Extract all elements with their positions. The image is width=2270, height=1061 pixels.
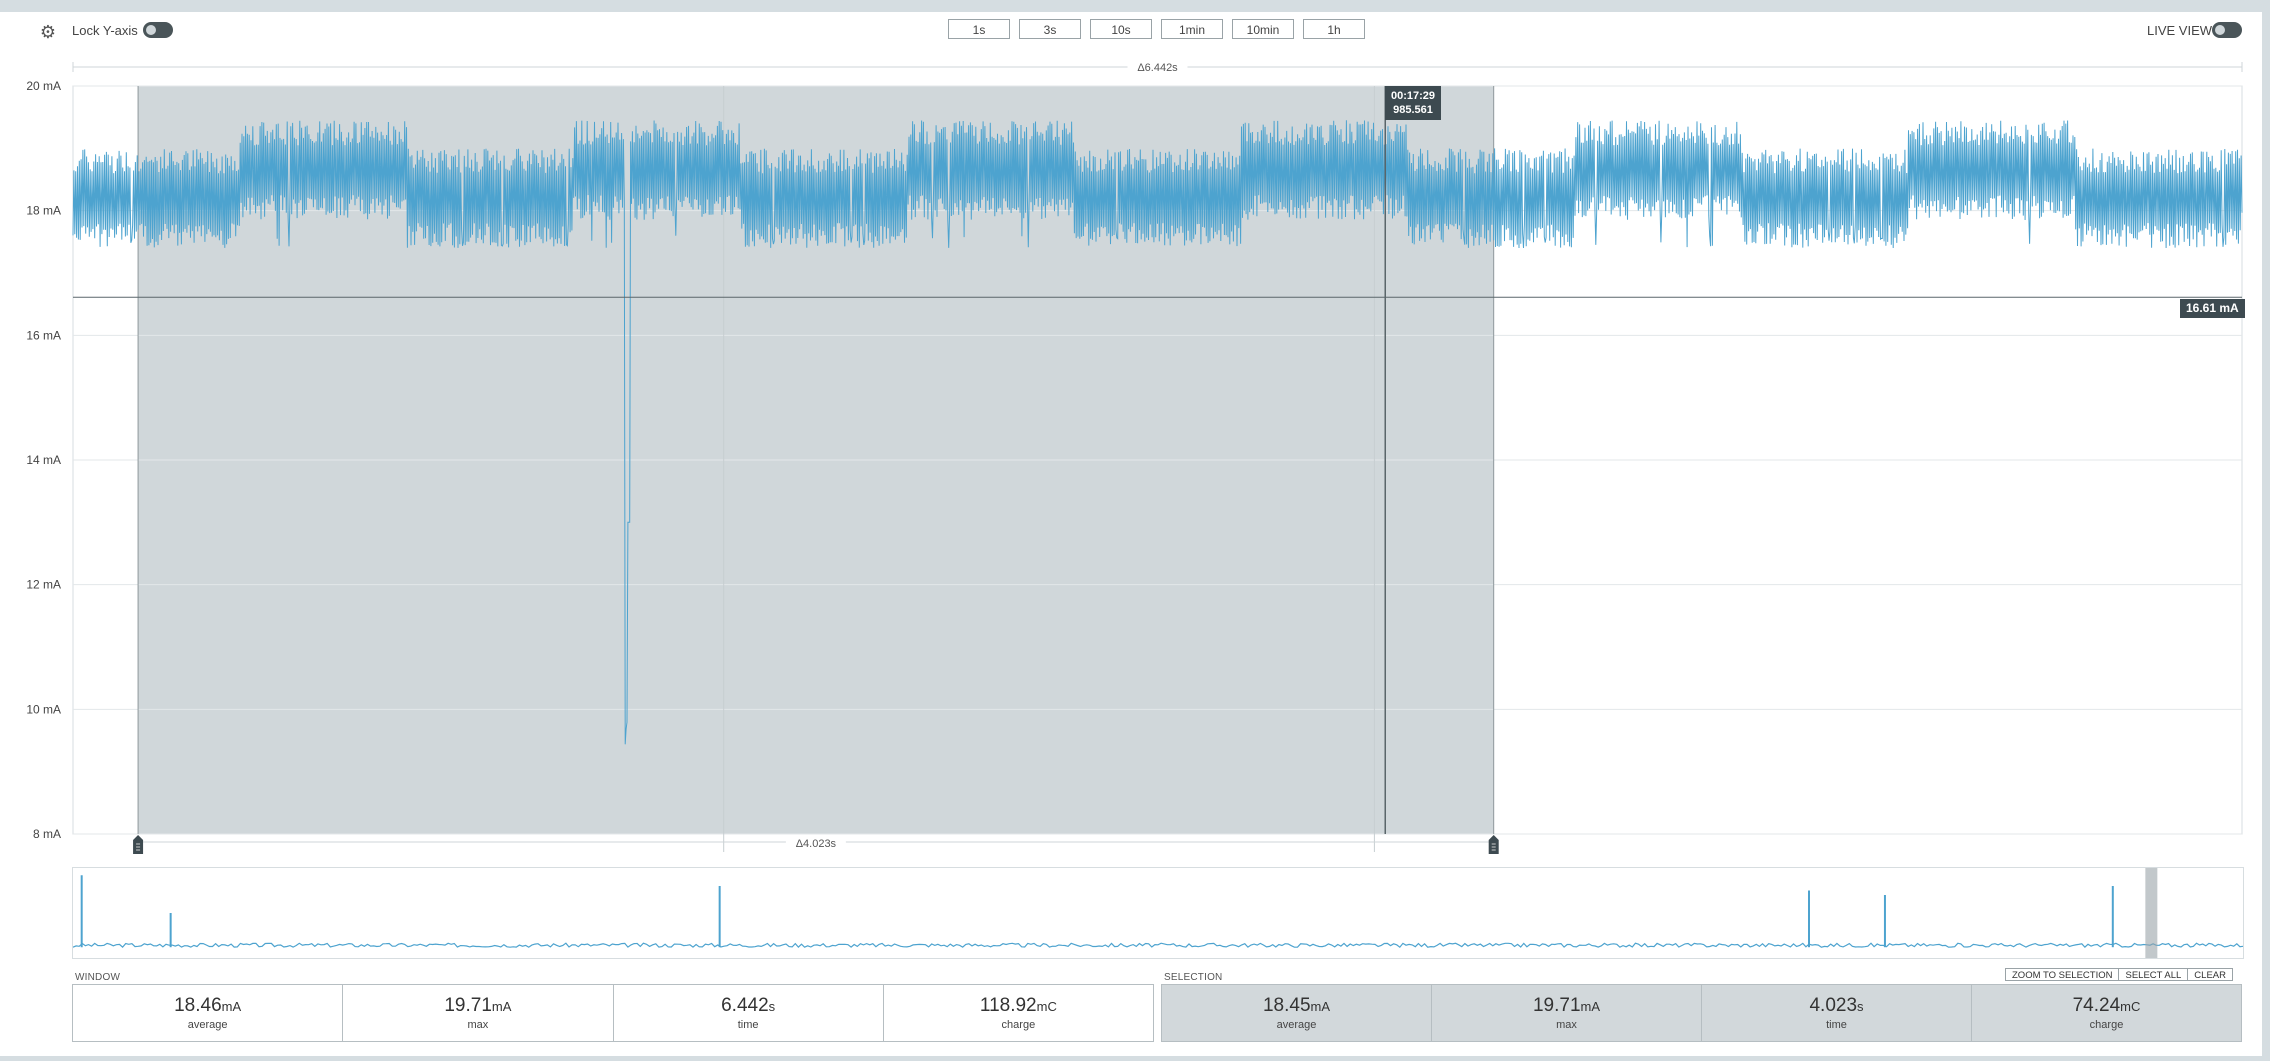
overview-trace [72, 942, 2244, 949]
main-chart[interactable]: 20 mA 18 mA 16 mA 14 mA 12 mA 10 mA 8 mA Δ6.442… [0, 46, 2262, 856]
main-chart-svg[interactable]: 20 mA 18 mA 16 mA 14 mA 12 mA 10 mA 8 mA Δ6.442… [0, 46, 2262, 856]
stat-name: max [1556, 1019, 1577, 1031]
stat-unit: mA [221, 999, 242, 1014]
stat-unit: mA [1580, 999, 1601, 1014]
selection-delta-label: Δ4.023s [796, 838, 837, 850]
stat-value: 4.023 [1809, 995, 1858, 1016]
stat-value: 19.71 [444, 995, 492, 1016]
y-tick-label: 18 mA [26, 204, 61, 218]
window-size-buttons: 1s 3s 10s 1min 10min 1h [948, 19, 1365, 41]
stat-value: 19.71 [1532, 995, 1581, 1016]
stat-name: charge [1001, 1019, 1036, 1031]
window-10min-button[interactable]: 10min [1232, 19, 1294, 39]
overview-chart[interactable] [72, 867, 2244, 959]
selection-actions: ZOOM TO SELECTION SELECT ALL CLEAR [2005, 968, 2233, 981]
window-1h-button[interactable]: 1h [1303, 19, 1365, 39]
stat-value: 18.45 [1262, 995, 1311, 1016]
gear-icon[interactable]: ⚙ [38, 22, 58, 42]
stat-name: charge [2089, 1019, 2124, 1031]
window-section-label: WINDOW [75, 972, 121, 983]
selection-stat-max: 19.71mA max [1432, 985, 1702, 1041]
stat-value: 118.92 [979, 995, 1037, 1016]
stat-unit: s [1857, 999, 1864, 1014]
live-view-toggle[interactable] [2212, 22, 2242, 38]
hline-value-badge: 16.61 mA [2180, 299, 2245, 318]
overview-viewport[interactable] [2145, 868, 2158, 958]
selection-stat-time: 4.023s time [1702, 985, 1972, 1041]
window-1s-button[interactable]: 1s [948, 19, 1010, 39]
stat-value: 74.24 [2072, 995, 2121, 1016]
window-delta-label: Δ6.442s [1137, 62, 1178, 74]
toolbar: ⚙ Lock Y-axis 1s 3s 10s 1min 10min 1h LI… [0, 12, 2262, 46]
stat-name: average [187, 1019, 228, 1031]
stat-unit: mA [491, 999, 512, 1014]
window-stat-time: 6.442s time [614, 985, 884, 1041]
window-stat-average: 18.46mA average [73, 985, 344, 1041]
y-tick-label: 14 mA [26, 453, 61, 467]
lock-y-axis-toggle[interactable] [143, 22, 173, 38]
clear-selection-button[interactable]: CLEAR [2187, 968, 2233, 981]
cursor-sub: 985.561 [1393, 104, 1433, 116]
y-tick-label: 12 mA [26, 578, 61, 592]
selection-stat-average: 18.45mA average [1162, 985, 1432, 1041]
stat-unit: mA [1310, 999, 1331, 1014]
stat-name: time [1826, 1019, 1847, 1031]
stat-name: max [467, 1019, 489, 1031]
stat-unit: mC [1036, 999, 1057, 1014]
y-tick-label: 20 mA [26, 79, 61, 93]
stat-value: 18.46 [174, 995, 222, 1016]
stat-unit: s [768, 999, 776, 1014]
zoom-to-selection-button[interactable]: ZOOM TO SELECTION [2005, 968, 2120, 981]
selection-section-label: SELECTION [1164, 972, 1223, 983]
selection-stat-charge: 74.24mC charge [1972, 985, 2241, 1041]
live-view-label: LIVE VIEW [2147, 23, 2213, 38]
toggle-knob [146, 25, 156, 35]
window-1min-button[interactable]: 1min [1161, 19, 1223, 39]
stat-unit: mC [2120, 999, 2141, 1014]
y-tick-label: 8 mA [33, 827, 61, 841]
overview-chart-svg[interactable] [72, 868, 2244, 958]
stat-value: 6.442 [721, 995, 769, 1016]
window-stats: 18.46mA average 19.71mA max 6.442s time … [72, 984, 1154, 1042]
cursor-tooltip: 00:17:29 985.561 [1385, 86, 1442, 120]
cursor-time: 00:17:29 [1391, 90, 1436, 102]
window-stat-max: 19.71mA max [343, 985, 614, 1041]
stat-name: time [737, 1019, 759, 1031]
window-10s-button[interactable]: 10s [1090, 19, 1152, 39]
app-window: ⚙ Lock Y-axis 1s 3s 10s 1min 10min 1h LI… [0, 12, 2262, 1056]
stat-name: average [1276, 1019, 1317, 1031]
y-tick-label: 10 mA [26, 702, 61, 716]
select-all-button[interactable]: SELECT ALL [2118, 968, 2189, 981]
toggle-knob [2215, 25, 2225, 35]
window-3s-button[interactable]: 3s [1019, 19, 1081, 39]
lock-y-axis-label: Lock Y-axis [72, 23, 138, 38]
y-tick-label: 16 mA [26, 328, 61, 342]
window-stat-charge: 118.92mC charge [884, 985, 1153, 1041]
selection-stats: 18.45mA average 19.71mA max 4.023s time … [1161, 984, 2242, 1042]
